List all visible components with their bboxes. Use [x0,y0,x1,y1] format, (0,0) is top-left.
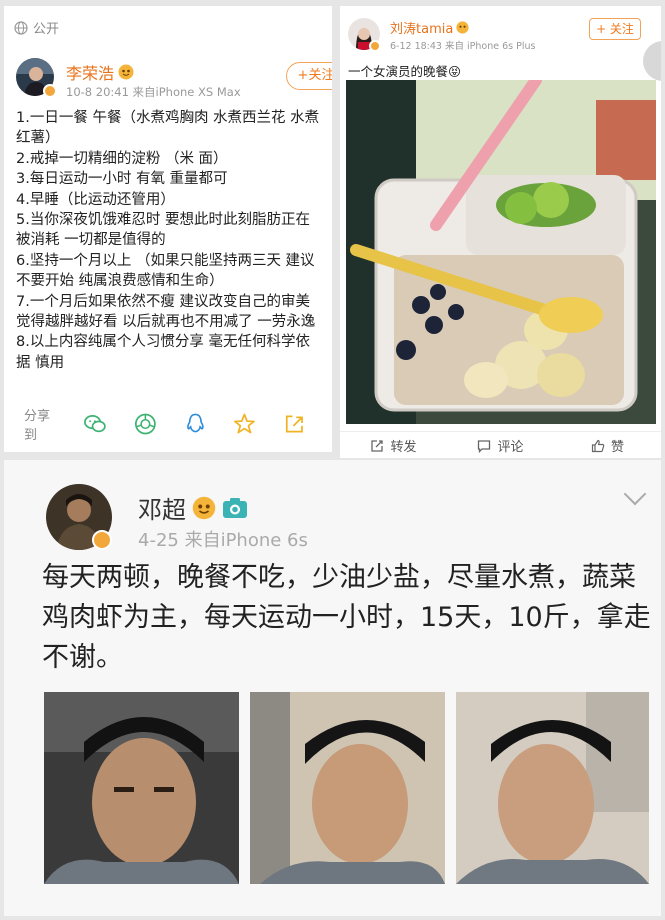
visibility-label: 公开 [14,18,59,37]
post-photo-2[interactable] [250,692,445,884]
post-photo-1[interactable] [44,692,239,884]
verified-badge [43,84,57,98]
username[interactable]: 邓超 [138,490,186,525]
comment-icon [478,439,491,453]
post-line: 5.当你深夜饥饿难忍时 要想此时此刻脂肪正在 [16,211,310,228]
wechat-icon[interactable] [83,411,108,437]
like-label: 赞 [610,440,624,455]
post-line: 2.戒掉一切精细的淀粉 （米 面） [16,150,228,167]
post-meta: 6-12 18:43 来自 iPhone 6s Plus [390,41,536,52]
post-line: 觉得越胖越好看 以后就再也不用减了 一劳永逸 [16,313,316,330]
post-card-liu-tao: 刘涛tamia 6-12 18:43 来自 iPhone 6s Plus + 关… [340,6,661,458]
post-photo-3[interactable] [456,692,649,884]
vip-crown-icon [456,21,469,34]
post-text: 每天两顿，晚餐不吃，少油少盐，尽量水煮，蔬菜鸡肉虾为主，每天运动一小时，15天，… [42,562,651,673]
post-line: 据 慎用 [16,354,65,371]
like-button[interactable]: 赞 [554,432,661,458]
repost-icon [371,439,384,452]
post-line: 被消耗 一切都是值得的 [16,232,166,249]
verified-badge [369,40,381,52]
post-text: 一个女演员的晚餐😝 [348,64,462,79]
post-line: 7.一个月后如果依然不瘦 建议改变自己的审美 [16,293,310,310]
post-card-deng-chao: 邓超 4-25 来自iPhone 6s 每天两顿，晚餐不吃，少油少盐，尽量水煮，… [4,460,661,916]
comment-label: 评论 [497,440,524,455]
post-actions: 转发 评论 赞 [340,431,661,458]
post-card-li-ronghao: 公开 李荣浩 10-8 20:41 来自iPhone XS Max +关注 1.… [4,6,332,452]
chevron-down-icon[interactable] [623,482,647,506]
vip-crown-icon [192,496,216,519]
post-body: 1.一日一餐 午餐（水煮鸡胸肉 水煮西兰花 水煮 红薯） 2.戒掉一切精细的淀粉… [16,108,332,373]
post-line: 不要开始 纯属浪费感情和生命） [16,273,224,290]
camera-icon [223,497,247,518]
post-line: 6.坚持一个月以上 （如果只能坚持两三天 建议 [16,252,315,269]
vip-crown-icon [118,64,134,80]
share-out-icon[interactable] [282,411,307,437]
scroll-overlay [643,41,661,81]
share-bar: 分享到 [24,409,332,443]
follow-button[interactable]: +关注 [286,62,332,90]
comment-button[interactable]: 评论 [447,432,554,458]
post-meta: 10-8 20:41 来自iPhone XS Max [66,85,241,99]
qq-icon[interactable] [183,411,208,437]
share-label: 分享到 [24,409,51,443]
username[interactable]: 刘涛tamia [390,18,453,37]
post-line: 4.早睡（比运动还管用） [16,191,175,208]
follow-button[interactable]: + 关注 [589,18,641,40]
repost-button[interactable]: 转发 [340,432,447,458]
repost-label: 转发 [390,440,417,455]
verified-badge [92,530,112,550]
post-line: 1.一日一餐 午餐（水煮鸡胸肉 水煮西兰花 水煮 [16,110,320,126]
post-line: 3.每日运动一小时 有氧 重量都可 [16,171,228,188]
post-line: 红薯） [16,130,60,147]
post-line: 8.以上内容纯属个人习惯分享 毫无任何科学依 [16,334,310,351]
thumbs-up-icon [591,439,605,452]
qzone-star-icon[interactable] [232,411,257,437]
post-meta: 4-25 来自iPhone 6s [138,530,308,551]
username[interactable]: 李荣浩 [66,60,114,84]
visibility-text: 公开 [33,22,60,37]
globe-icon [14,20,28,35]
moments-icon[interactable] [133,411,158,437]
post-photo-food-box[interactable] [346,80,656,424]
